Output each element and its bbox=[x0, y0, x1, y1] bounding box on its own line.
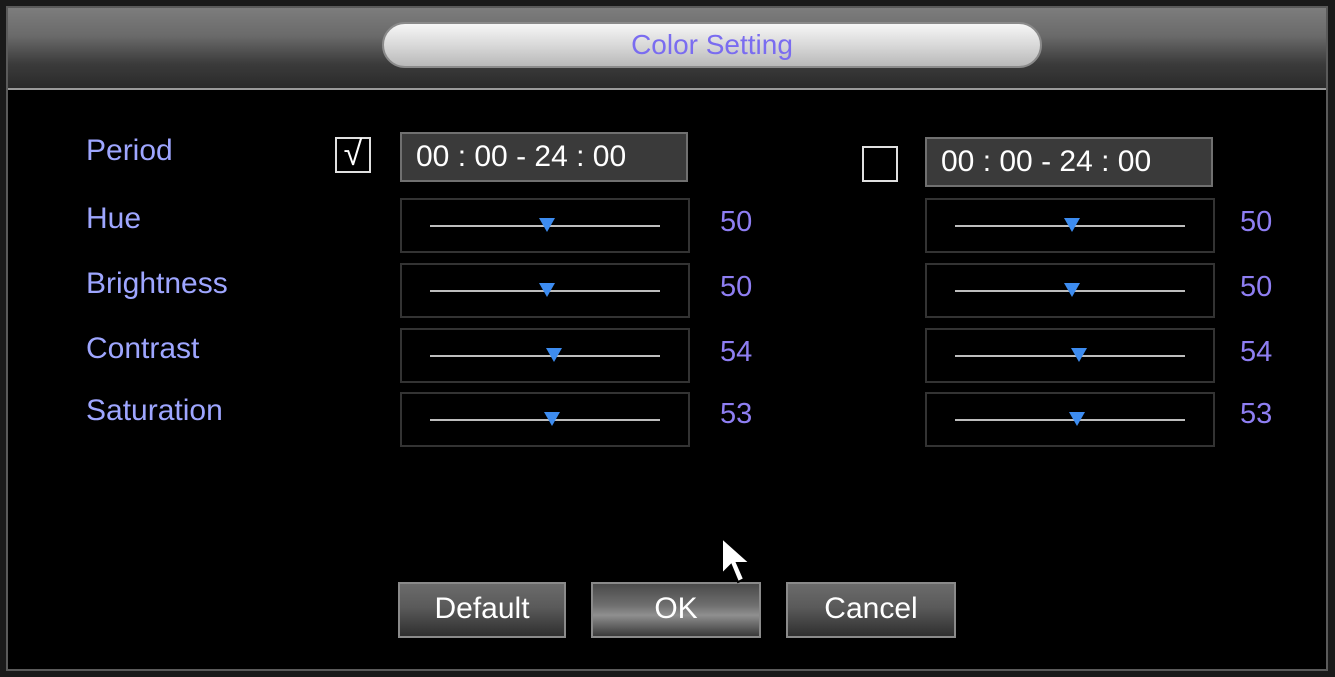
contrast-label: Contrast bbox=[86, 332, 200, 365]
saturation-value-1: 53 bbox=[720, 398, 753, 430]
slider-thumb[interactable] bbox=[1071, 348, 1087, 362]
slider-thumb[interactable] bbox=[544, 412, 560, 426]
saturation-slider-2[interactable] bbox=[925, 392, 1215, 447]
period-label: Period bbox=[86, 134, 173, 167]
brightness-label: Brightness bbox=[86, 267, 228, 300]
default-button[interactable]: Default bbox=[398, 582, 566, 638]
period1-checkbox[interactable]: √ bbox=[335, 137, 371, 173]
saturation-slider-1[interactable] bbox=[400, 392, 690, 447]
contrast-slider-1[interactable] bbox=[400, 328, 690, 383]
period2-time-field[interactable]: 00 : 00 - 24 : 00 bbox=[925, 137, 1213, 187]
period2-checkbox[interactable] bbox=[862, 146, 898, 182]
hue-slider-2[interactable] bbox=[925, 198, 1215, 253]
dialog-title: Color Setting bbox=[631, 29, 793, 60]
brightness-slider-1[interactable] bbox=[400, 263, 690, 318]
contrast-value-1: 54 bbox=[720, 336, 753, 368]
cancel-button[interactable]: Cancel bbox=[786, 582, 956, 638]
ok-button[interactable]: OK bbox=[591, 582, 761, 638]
slider-thumb[interactable] bbox=[1064, 218, 1080, 232]
slider-thumb[interactable] bbox=[1069, 412, 1085, 426]
brightness-slider-2[interactable] bbox=[925, 263, 1215, 318]
saturation-label: Saturation bbox=[86, 394, 223, 427]
slider-thumb[interactable] bbox=[539, 218, 555, 232]
hue-label: Hue bbox=[86, 202, 142, 235]
slider-thumb[interactable] bbox=[1064, 283, 1080, 297]
hue-value-2: 50 bbox=[1240, 206, 1273, 238]
hue-value-1: 50 bbox=[720, 206, 753, 238]
slider-thumb[interactable] bbox=[546, 348, 562, 362]
title-pill: Color Setting bbox=[382, 22, 1042, 68]
hue-slider-1[interactable] bbox=[400, 198, 690, 253]
saturation-value-2: 53 bbox=[1240, 398, 1273, 430]
contrast-slider-2[interactable] bbox=[925, 328, 1215, 383]
brightness-value-1: 50 bbox=[720, 271, 753, 303]
contrast-value-2: 54 bbox=[1240, 336, 1273, 368]
brightness-value-2: 50 bbox=[1240, 271, 1273, 303]
slider-track bbox=[430, 355, 660, 357]
title-bar: Color Setting bbox=[8, 8, 1326, 90]
period1-time-field[interactable]: 00 : 00 - 24 : 00 bbox=[400, 132, 688, 182]
slider-thumb[interactable] bbox=[539, 283, 555, 297]
slider-track bbox=[955, 355, 1185, 357]
mouse-cursor-icon bbox=[721, 536, 753, 584]
